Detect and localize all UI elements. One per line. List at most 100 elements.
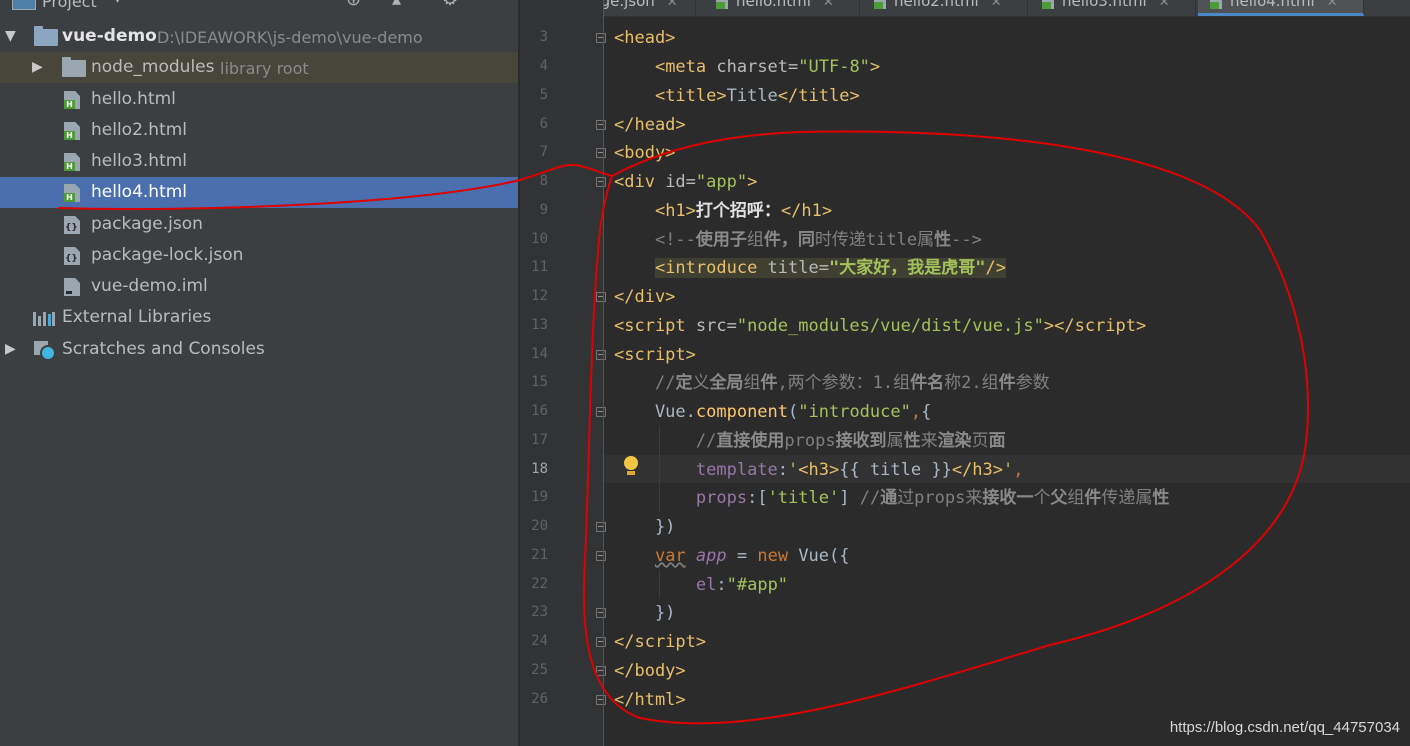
code-line-18[interactable]: template:'<h3>{{ title }}</h3>', [614, 456, 1024, 484]
code-line-3[interactable]: <head> [614, 24, 675, 52]
chevron-down-icon[interactable]: ▼ [5, 21, 16, 52]
close-icon[interactable]: ✕ [823, 0, 834, 10]
tree-item-external-libraries[interactable]: External Libraries [0, 302, 518, 333]
line-number: 25 [531, 662, 548, 678]
project-panel: Project ▾ ⊕ ▴ ⚙ ▼ vue-demo D:\IDEAWORK\j… [0, 0, 518, 746]
code-line-10[interactable]: <!--使用子组件，同时传递title属性--> [614, 226, 982, 254]
tab-label: hello2.html [894, 0, 979, 10]
html-file-icon: H [64, 153, 80, 171]
fold-icon[interactable] [596, 695, 606, 705]
library-root-label: library root [220, 59, 309, 78]
line-number: 17 [531, 432, 548, 448]
line-number: 6 [539, 116, 548, 132]
code-line-13[interactable]: <script src="node_modules/vue/dist/vue.j… [614, 312, 1146, 340]
code-line-11[interactable]: <introduce title="大家好，我是虎哥"/> [614, 254, 1006, 282]
code-line-15[interactable]: //定义全局组件,两个参数：1.组件名称2.组件参数 [614, 369, 1050, 397]
tree-item-iml[interactable]: vue-demo.iml [0, 271, 518, 302]
line-number: 21 [531, 547, 548, 563]
code-line-16[interactable]: Vue.component("introduce",{ [614, 398, 931, 426]
tab-hello4[interactable]: hello4.html ✕ [1198, 0, 1364, 16]
line-number: 7 [539, 144, 548, 160]
code-line-20[interactable]: }) [614, 513, 675, 541]
tree-item-label: hello3.html [91, 151, 188, 171]
fold-icon[interactable] [596, 666, 606, 676]
editor-area: package.json ✕ hello.html ✕ hello2.html ✕ h… [520, 0, 1410, 746]
html-file-icon: H [64, 91, 80, 109]
code-line-17[interactable]: //直接使用props接收到属性来渲染页面 [614, 427, 1006, 455]
fold-icon[interactable] [596, 120, 606, 130]
code-line-7[interactable]: <body> [614, 139, 675, 167]
fold-icon[interactable] [596, 637, 606, 647]
fold-icon[interactable] [596, 551, 606, 561]
code-line-12[interactable]: </div> [614, 283, 675, 311]
code-line-22[interactable]: el:"#app" [614, 571, 788, 599]
code-line-14[interactable]: <script> [614, 341, 696, 369]
fold-icon[interactable] [596, 522, 606, 532]
code-line-6[interactable]: </head> [614, 111, 686, 139]
scratches-icon [34, 341, 56, 361]
tree-item-hello2[interactable]: H hello2.html [0, 115, 518, 146]
tree-item-vue-demo[interactable]: ▼ vue-demo D:\IDEAWORK\js-demo\vue-demo [0, 21, 518, 52]
tab-hello2[interactable]: hello2.html ✕ [862, 0, 1028, 16]
tab-hello3[interactable]: hello3.html ✕ [1030, 0, 1196, 16]
locate-icon[interactable]: ⊕ [346, 0, 361, 10]
line-number: 22 [531, 576, 548, 592]
tab-label: hello.html [736, 0, 811, 10]
code-line-24[interactable]: </script> [614, 628, 706, 656]
code-line-23[interactable]: }) [614, 599, 675, 627]
tree-item-label: vue-demo [62, 26, 157, 46]
project-path: D:\IDEAWORK\js-demo\vue-demo [157, 28, 423, 47]
fold-icon[interactable] [596, 177, 606, 187]
fold-icon[interactable] [596, 148, 606, 158]
fold-icon[interactable] [596, 350, 606, 360]
tree-item-hello[interactable]: H hello.html [0, 84, 518, 115]
fold-icon[interactable] [596, 407, 606, 417]
tree-item-label: hello.html [91, 89, 176, 109]
fold-icon[interactable] [596, 33, 606, 43]
tree-item-scratches[interactable]: ▶ Scratches and Consoles [0, 334, 518, 365]
collapse-icon[interactable]: ▴ [392, 0, 401, 10]
close-icon[interactable]: ✕ [1327, 0, 1338, 10]
html-file-icon [716, 0, 728, 9]
html-file-icon: H [64, 184, 80, 202]
tree-item-label: package.json [91, 214, 203, 234]
tree-item-package-json[interactable]: {} package.json [0, 209, 518, 240]
tree-item-hello4[interactable]: H hello4.html [0, 177, 518, 208]
folder-icon [62, 57, 86, 77]
gear-icon[interactable]: ⚙ [442, 0, 458, 10]
html-file-icon [1042, 0, 1054, 9]
json-file-icon: {} [64, 216, 80, 234]
tree-item-label: hello4.html [91, 182, 188, 202]
tree-item-hello3[interactable]: H hello3.html [0, 146, 518, 177]
close-icon[interactable]: ✕ [667, 0, 678, 10]
tab-hello[interactable]: hello.html ✕ [698, 0, 860, 16]
fold-icon[interactable] [596, 292, 606, 302]
code-line-4[interactable]: <meta charset="UTF-8"> [614, 53, 880, 81]
code-line-9[interactable]: <h1>打个招呼：</h1> [614, 197, 832, 225]
chevron-right-icon[interactable]: ▶ [5, 334, 16, 365]
code-line-21[interactable]: var app = new Vue({ [614, 542, 850, 570]
tree-item-package-lock[interactable]: {} package-lock.json [0, 240, 518, 271]
tree-item-node-modules[interactable]: ▶ node_modules library root [0, 52, 518, 83]
code-line-19[interactable]: props:['title'] //通过props来接收一个父组件传递属性 [614, 484, 1169, 512]
close-icon[interactable]: ✕ [991, 0, 1002, 10]
line-number: 14 [531, 346, 548, 362]
code-line-26[interactable]: </html> [614, 686, 686, 714]
line-number: 24 [531, 633, 548, 649]
code-line-5[interactable]: <title>Title</title> [614, 82, 860, 110]
tree-item-label: package-lock.json [91, 245, 244, 265]
code-line-25[interactable]: </body> [614, 657, 686, 685]
line-number: 13 [531, 317, 548, 333]
html-file-icon: H [64, 122, 80, 140]
line-number: 9 [539, 202, 548, 218]
html-file-icon [1210, 0, 1222, 9]
project-title[interactable]: Project [42, 0, 97, 11]
line-number: 11 [531, 259, 548, 275]
gutter-separator [603, 0, 604, 746]
chevron-right-icon[interactable]: ▶ [32, 52, 43, 83]
close-icon[interactable]: ✕ [1159, 0, 1170, 10]
code-line-8[interactable]: <div id="app"> [614, 168, 757, 196]
chevron-down-icon[interactable]: ▾ [114, 0, 121, 7]
editor-tab-bar: package.json ✕ hello.html ✕ hello2.html ✕ h… [520, 0, 1410, 17]
fold-icon[interactable] [596, 608, 606, 618]
